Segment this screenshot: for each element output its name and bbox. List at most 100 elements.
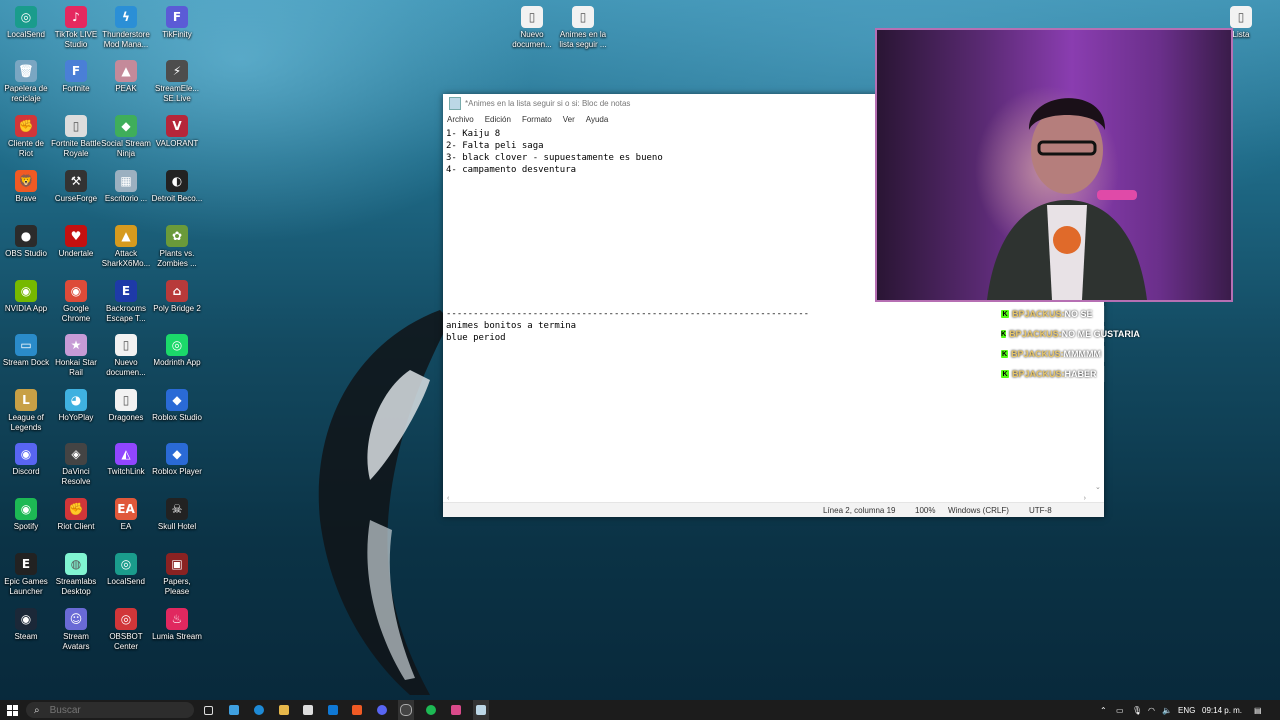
desktop-icon[interactable]: ◐ Detroit Beco... — [151, 170, 203, 204]
speaker-icon[interactable]: 🔈 — [1162, 700, 1172, 720]
desktop-icon[interactable]: ▯ Animes en la lista seguir ... — [557, 6, 609, 50]
menu-ver[interactable]: Ver — [563, 115, 575, 124]
desktop-icon[interactable]: ◕ HoYoPlay — [50, 389, 102, 423]
status-bar: Línea 2, columna 19 100% Windows (CRLF) … — [443, 502, 1104, 517]
desktop-icon[interactable]: V VALORANT — [151, 115, 203, 149]
desktop-icon[interactable]: ✊ Cliente de Riot — [0, 115, 52, 159]
scroll-right-arrow-icon[interactable]: › — [1084, 495, 1086, 502]
desktop-icon[interactable]: ◭ TwitchLink — [100, 443, 152, 477]
desktop-icon[interactable]: ⌂ Poly Bridge 2 — [151, 280, 203, 314]
desktop-icon[interactable]: ϟ Thunderstore Mod Mana... — [100, 6, 152, 50]
scroll-down-arrow-icon[interactable]: ⌄ — [1095, 483, 1101, 491]
scroll-left-arrow-icon[interactable]: ‹ — [447, 495, 449, 502]
desktop-icon-label: Brave — [15, 194, 37, 203]
desktop-icon[interactable]: ◍ Streamlabs Desktop — [50, 553, 102, 597]
desktop-icon[interactable]: ⚒ CurseForge — [50, 170, 102, 204]
desktop-icon[interactable]: ▲ Attack SharkX6Mo... — [100, 225, 152, 269]
desktop-icon[interactable]: ▯ Dragones — [100, 389, 152, 423]
desktop-icon-label: TwitchLink — [107, 467, 145, 476]
desktop-icon-label: Fortnite Battle Royale — [51, 139, 101, 158]
menu-edicion[interactable]: Edición — [485, 115, 511, 124]
desktop-icon[interactable]: F Fortnite — [50, 60, 102, 94]
desktop-icon[interactable]: ☺ Stream Avatars — [50, 608, 102, 652]
desktop-icon[interactable]: ▭ Stream Dock — [0, 334, 52, 368]
desktop-icon[interactable]: ▯ Nuevo documen... — [100, 334, 152, 378]
desktop-icon[interactable]: ◈ DaVinci Resolve — [50, 443, 102, 487]
task-view-button[interactable] — [200, 700, 216, 720]
desktop-icon-label: NVIDIA App — [4, 304, 48, 313]
desktop-icon[interactable]: ◎ OBSBOT Center — [100, 608, 152, 652]
desktop-icon[interactable]: 🗑 Papelera de reciclaje — [0, 60, 52, 104]
taskbar-app[interactable] — [226, 700, 242, 720]
app-icon: ✿ — [166, 225, 188, 247]
desktop-icon[interactable]: ◎ Modrinth App — [151, 334, 203, 368]
desktop-icon[interactable]: ● OBS Studio — [0, 225, 52, 259]
taskbar-app[interactable] — [251, 700, 267, 720]
desktop-icon[interactable]: ◉ NVIDIA App — [0, 280, 52, 314]
desktop-icon[interactable]: ✊ Riot Client — [50, 498, 102, 532]
start-button[interactable] — [4, 700, 20, 720]
notifications-icon[interactable]: ▤ — [1254, 700, 1262, 720]
app-icon: ◎ — [115, 608, 137, 630]
desktop-icon[interactable]: ◎ LocalSend — [0, 6, 52, 40]
network-tray-icon[interactable]: ▭ — [1116, 700, 1124, 720]
desktop-icon[interactable]: ▦ Escritorio ... — [100, 170, 152, 204]
clock[interactable]: 09:14 p. m. — [1202, 700, 1242, 720]
desktop-icon[interactable]: ▯ Nuevo documen... — [506, 6, 558, 50]
taskbar-app[interactable] — [349, 700, 365, 720]
desktop-icon[interactable]: ▲ PEAK — [100, 60, 152, 94]
desktop-icon[interactable]: ▣ Papers, Please — [151, 553, 203, 597]
desktop-icon[interactable]: ◉ Spotify — [0, 498, 52, 532]
desktop-icon[interactable]: ◉ Discord — [0, 443, 52, 477]
desktop-icon[interactable]: ▯ Fortnite Battle Royale — [50, 115, 102, 159]
desktop-icon[interactable]: ◆ Social Stream Ninja — [100, 115, 152, 159]
taskbar-app[interactable] — [300, 700, 316, 720]
desktop-icon-label: Papers, Please — [163, 577, 191, 596]
desktop-icon[interactable]: ◆ Roblox Player — [151, 443, 203, 477]
language-indicator[interactable]: ENG — [1178, 700, 1195, 720]
desktop-icon[interactable]: 🦁 Brave — [0, 170, 52, 204]
app-icon: ◆ — [166, 389, 188, 411]
wifi-icon[interactable]: ◠ — [1148, 700, 1155, 720]
desktop-icon-label: LocalSend — [107, 577, 145, 586]
app-icon: ♨ — [166, 608, 188, 630]
taskbar-app[interactable] — [374, 700, 390, 720]
desktop-icon[interactable]: E Backrooms Escape T... — [100, 280, 152, 324]
app-icon: ▯ — [1230, 6, 1252, 28]
desktop-icon[interactable]: ◎ LocalSend — [100, 553, 152, 587]
tray-overflow-icon[interactable]: ⌃ — [1100, 700, 1107, 720]
desktop-icon-label: Nuevo documen... — [106, 358, 146, 377]
taskbar-app[interactable] — [276, 700, 292, 720]
menu-ayuda[interactable]: Ayuda — [586, 115, 609, 124]
desktop-icon-label: Undertale — [58, 249, 94, 258]
desktop-icon[interactable]: L League of Legends — [0, 389, 52, 433]
menu-formato[interactable]: Formato — [522, 115, 552, 124]
desktop-icon[interactable]: ♨ Lumia Stream — [151, 608, 203, 642]
taskbar-app[interactable] — [448, 700, 464, 720]
desktop-icon[interactable]: ✿ Plants vs. Zombies ... — [151, 225, 203, 269]
desktop-icon[interactable]: ◉ Steam — [0, 608, 52, 642]
taskbar-app[interactable] — [325, 700, 341, 720]
desktop-icon[interactable]: ◆ Roblox Studio — [151, 389, 203, 423]
desktop-icon[interactable]: ⚡ StreamEle... SE.Live — [151, 60, 203, 104]
desktop-icon[interactable]: ♪ TikTok LIVE Studio — [50, 6, 102, 50]
app-icon: ◭ — [115, 443, 137, 465]
chat-text: NO SE — [1064, 309, 1093, 319]
desktop-icon-label: Stream Avatars — [62, 632, 90, 651]
taskbar-search[interactable]: ⌕ — [26, 702, 194, 718]
desktop-icon-label: Stream Dock — [2, 358, 50, 367]
desktop-icon[interactable]: ★ Honkai Star Rail — [50, 334, 102, 378]
mic-tray-icon[interactable]: 🎙 — [1132, 700, 1142, 720]
desktop-icon[interactable]: ☠ Skull Hotel — [151, 498, 203, 532]
taskbar-app[interactable] — [423, 700, 439, 720]
app-icon: ◉ — [15, 443, 37, 465]
search-input[interactable] — [47, 703, 162, 717]
menu-archivo[interactable]: Archivo — [447, 115, 474, 124]
desktop-icon[interactable]: EA EA — [100, 498, 152, 532]
desktop-icon[interactable]: F TikFinity — [151, 6, 203, 40]
desktop-icon[interactable]: ♥ Undertale — [50, 225, 102, 259]
desktop-icon[interactable]: E Epic Games Launcher — [0, 553, 52, 597]
taskbar-app[interactable] — [473, 700, 489, 720]
taskbar-app[interactable] — [398, 700, 414, 720]
desktop-icon[interactable]: ◉ Google Chrome — [50, 280, 102, 324]
